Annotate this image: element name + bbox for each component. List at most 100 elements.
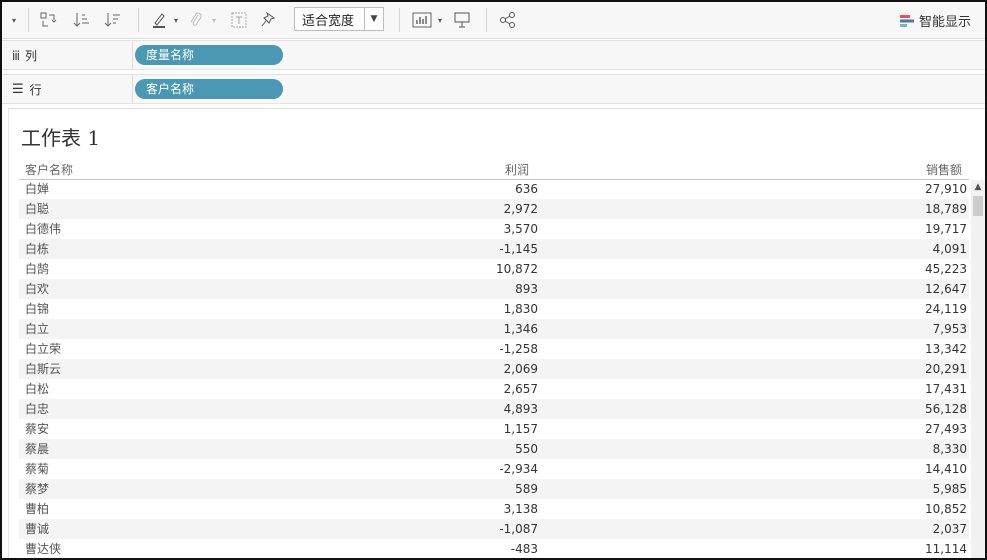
paperclip-icon[interactable]	[188, 9, 204, 31]
profit-cell: 1,830	[503, 302, 538, 316]
toolbar: ▾ ▾ ▾ 适合宽度 ▼ ▾ 智能显示	[2, 2, 985, 39]
smart-display-icon	[899, 14, 914, 27]
sales-cell: 13,342	[925, 342, 967, 356]
profit-cell: 1,346	[503, 322, 538, 336]
customer-name-cell: 白德伟	[25, 222, 62, 236]
profit-cell: 636	[515, 182, 538, 196]
customer-name-cell: 曹柏	[25, 502, 50, 516]
profit-cell: 2,657	[503, 382, 538, 396]
customer-name-cell: 蔡晨	[25, 442, 50, 456]
customer-name-cell: 曹诚	[25, 522, 50, 536]
customer-name-cell: 蔡菊	[25, 462, 50, 476]
header-profit[interactable]: 利润	[505, 161, 529, 178]
sales-cell: 8,330	[932, 442, 967, 456]
table-row[interactable]: 白德伟 3,570 19,717	[19, 219, 969, 239]
customer-name-pill[interactable]: 客户名称	[135, 79, 283, 99]
columns-shelf: iii 列 度量名称	[2, 40, 985, 70]
profit-cell: -1,258	[499, 342, 538, 356]
sheet-title: 工作表 1	[21, 126, 101, 150]
customer-name-cell: 白立	[25, 322, 50, 336]
sort-ascending-icon[interactable]	[72, 9, 92, 31]
sales-cell: 19,717	[925, 222, 967, 236]
fit-width-select[interactable]: 适合宽度 ▼	[294, 7, 384, 31]
customer-name-cell: 白立荣	[25, 342, 62, 356]
sales-cell: 4,091	[932, 242, 967, 256]
customer-name-cell: 蔡梦	[25, 482, 50, 496]
highlight-pen-icon[interactable]	[150, 9, 168, 31]
table-row[interactable]: 蔡菊 -2,934 14,410	[19, 459, 969, 479]
table-row[interactable]: 白斯云 2,069 20,291	[19, 359, 969, 379]
rows-shelf-label: ☰ 行	[12, 82, 42, 97]
table-row[interactable]: 曹柏 3,138 10,852	[19, 499, 969, 519]
table-row[interactable]: 白立 1,346 7,953	[19, 319, 969, 339]
sales-cell: 14,410	[925, 462, 967, 476]
customer-name-cell: 白鹄	[25, 262, 50, 276]
sales-cell: 27,910	[925, 182, 967, 196]
table-row[interactable]: 白松 2,657 17,431	[19, 379, 969, 399]
measure-names-pill[interactable]: 度量名称	[135, 45, 283, 65]
chevron-down-icon[interactable]: ▼	[364, 8, 383, 30]
toolbar-separator	[138, 8, 139, 32]
table-row[interactable]: 曹达侠 -483 11,114	[19, 539, 969, 558]
table-row[interactable]: 白忠 4,893 56,128	[19, 399, 969, 419]
scroll-thumb[interactable]	[973, 196, 983, 216]
text-label-icon[interactable]	[230, 9, 248, 31]
smart-display-button[interactable]: 智能显示	[899, 11, 971, 30]
header-sales[interactable]: 销售额	[926, 161, 962, 178]
chart-type-dropdown-icon[interactable]: ▾	[435, 9, 445, 31]
customer-name-cell: 白聪	[25, 202, 50, 216]
chart-type-icon[interactable]	[411, 9, 433, 31]
pin-icon[interactable]	[260, 9, 278, 31]
profit-cell: 10,872	[496, 262, 538, 276]
table-row[interactable]: 白立荣 -1,258 13,342	[19, 339, 969, 359]
table-row[interactable]: 蔡晨 550 8,330	[19, 439, 969, 459]
table-row[interactable]: 白锦 1,830 24,119	[19, 299, 969, 319]
highlight-dropdown-icon[interactable]: ▾	[171, 9, 181, 31]
smart-display-label: 智能显示	[918, 15, 971, 30]
sales-cell: 56,128	[925, 402, 967, 416]
table-row[interactable]: 白欢 893 12,647	[19, 279, 969, 299]
profit-cell: 589	[515, 482, 538, 496]
sales-cell: 2,037	[932, 522, 967, 536]
swap-rows-columns-icon[interactable]	[38, 9, 58, 31]
profit-cell: 3,138	[503, 502, 538, 516]
share-icon[interactable]	[498, 9, 518, 31]
sales-cell: 12,647	[925, 282, 967, 296]
table-row[interactable]: 蔡安 1,157 27,493	[19, 419, 969, 439]
fit-width-label: 适合宽度	[302, 13, 355, 29]
rows-icon: ☰	[12, 82, 24, 97]
rows-shelf: ☰ 行 客户名称	[2, 74, 985, 104]
sales-cell: 17,431	[925, 382, 967, 396]
dropdown-arrow-icon[interactable]: ▾	[8, 9, 20, 31]
presentation-icon[interactable]	[452, 9, 472, 31]
table-row[interactable]: 白鹄 10,872 45,223	[19, 259, 969, 279]
toolbar-separator	[486, 8, 487, 32]
profit-cell: 1,157	[503, 422, 538, 436]
sales-cell: 20,291	[925, 362, 967, 376]
columns-shelf-label: iii 列	[12, 48, 38, 64]
header-customer-name[interactable]: 客户名称	[25, 161, 73, 178]
sort-descending-icon[interactable]	[102, 9, 124, 31]
profit-cell: 3,570	[503, 222, 538, 236]
customer-name-cell: 白松	[25, 382, 50, 396]
toolbar-separator	[399, 8, 400, 32]
profit-cell: -1,145	[499, 242, 538, 256]
sales-cell: 27,493	[925, 422, 967, 436]
profit-cell: 893	[515, 282, 538, 296]
table-row[interactable]: 白婵 636 27,910	[19, 179, 969, 199]
toolbar-separator	[28, 8, 29, 32]
table-row[interactable]: 曹诚 -1,087 2,037	[19, 519, 969, 539]
table-row[interactable]: 蔡梦 589 5,985	[19, 479, 969, 499]
sales-cell: 45,223	[925, 262, 967, 276]
sales-cell: 10,852	[925, 502, 967, 516]
scroll-up-icon[interactable]: ▲	[971, 182, 985, 194]
sales-cell: 18,789	[925, 202, 967, 216]
columns-icon: iii	[12, 48, 20, 63]
app-window: ▾ ▾ ▾ 适合宽度 ▼ ▾ 智能显示 iii 列 度量名称 ☰ 行 客户名称 …	[0, 0, 987, 560]
profit-cell: 4,893	[503, 402, 538, 416]
profit-cell: -1,087	[499, 522, 538, 536]
paperclip-dropdown-icon[interactable]: ▾	[209, 9, 219, 31]
table-row[interactable]: 白聪 2,972 18,789	[19, 199, 969, 219]
vertical-scrollbar[interactable]: ▲	[971, 180, 985, 558]
table-row[interactable]: 白栋 -1,145 4,091	[19, 239, 969, 259]
